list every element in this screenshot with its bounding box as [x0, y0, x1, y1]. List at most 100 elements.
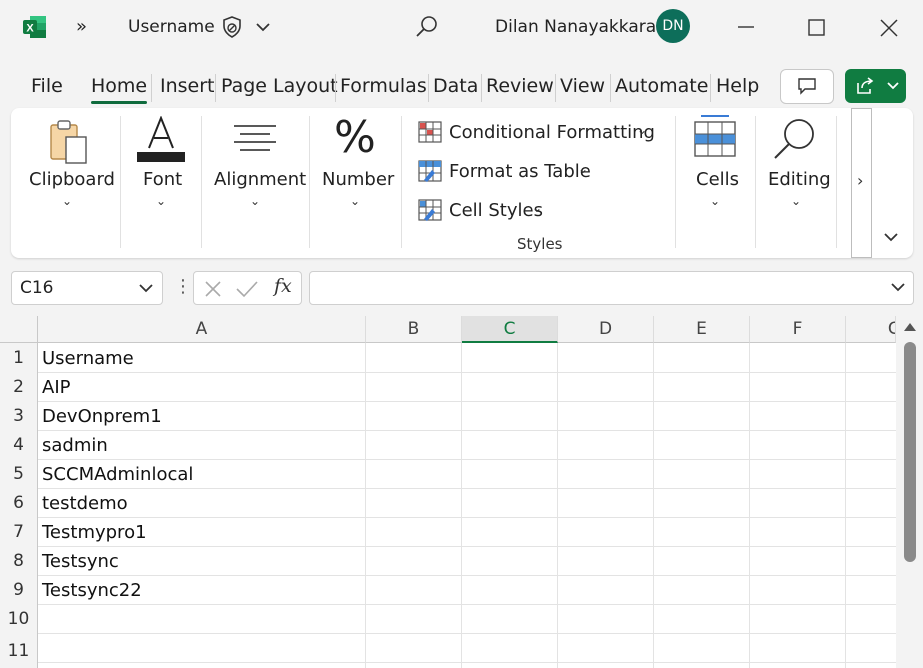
- chevron-down-icon[interactable]: ⌄: [62, 194, 72, 208]
- chevron-down-icon[interactable]: ⌄: [250, 194, 260, 208]
- row-header[interactable]: 6: [0, 488, 38, 517]
- tab-review[interactable]: Review: [486, 75, 554, 97]
- tab-automate[interactable]: Automate: [615, 75, 708, 97]
- row-header[interactable]: 3: [0, 401, 38, 430]
- chevron-down-icon[interactable]: [138, 283, 154, 295]
- cell-a4[interactable]: sadmin: [42, 431, 108, 460]
- enter-icon[interactable]: [235, 279, 259, 299]
- row-header[interactable]: 8: [0, 546, 38, 575]
- grid-line: [38, 662, 896, 663]
- cell-a1[interactable]: Username: [42, 344, 134, 373]
- collapse-ribbon-icon[interactable]: [883, 231, 899, 243]
- search-icon[interactable]: [414, 14, 440, 40]
- tab-insert[interactable]: Insert: [160, 75, 215, 97]
- column-header-e[interactable]: E: [654, 316, 750, 343]
- row-header[interactable]: 9: [0, 575, 38, 604]
- tab-file[interactable]: File: [31, 75, 63, 97]
- row-header[interactable]: 4: [0, 430, 38, 459]
- tab-divider: [151, 74, 152, 102]
- cells-label: Cells: [696, 169, 740, 190]
- row-header[interactable]: 5: [0, 459, 38, 488]
- user-name[interactable]: Dilan Nanayakkara: [495, 17, 656, 37]
- styles-group-label: Styles: [517, 235, 563, 253]
- share-icon: [857, 77, 874, 94]
- comment-icon: [798, 78, 816, 95]
- minimize-icon[interactable]: [736, 20, 756, 34]
- grid-line: [38, 488, 896, 489]
- grid-line: [845, 343, 846, 668]
- ribbon-separator: [755, 116, 756, 248]
- chevron-down-icon[interactable]: [255, 20, 271, 34]
- row-header[interactable]: 11: [0, 633, 38, 668]
- expand-formula-bar-icon[interactable]: [890, 282, 906, 294]
- more-commands-button[interactable]: »: [76, 16, 87, 37]
- tab-data[interactable]: Data: [433, 75, 478, 97]
- chevron-down-icon[interactable]: ⌄: [791, 194, 801, 208]
- close-icon[interactable]: [879, 18, 899, 38]
- ribbon-separator: [401, 116, 402, 248]
- tab-help[interactable]: Help: [716, 75, 759, 97]
- cell-styles-button[interactable]: Cell Styles: [449, 200, 543, 221]
- font-icon[interactable]: [136, 116, 186, 164]
- row-header[interactable]: 7: [0, 517, 38, 546]
- chevron-down-icon[interactable]: ⌄: [532, 201, 542, 215]
- conditional-formatting-button[interactable]: Conditional Formatting: [449, 122, 655, 143]
- formula-actions: fx: [193, 271, 302, 305]
- tab-formulas[interactable]: Formulas: [340, 75, 427, 97]
- select-all-button[interactable]: [0, 316, 38, 343]
- cell-styles-icon: [418, 199, 442, 221]
- insert-function-button[interactable]: fx: [274, 275, 292, 297]
- maximize-icon[interactable]: [807, 18, 827, 38]
- alignment-icon[interactable]: [232, 124, 278, 156]
- clipboard-label: Clipboard: [29, 169, 115, 190]
- excel-logo-icon[interactable]: X: [22, 14, 48, 40]
- grid-line: [38, 546, 896, 547]
- tab-home[interactable]: Home: [91, 75, 147, 97]
- column-header-g[interactable]: G: [846, 316, 896, 343]
- sensitivity-icon[interactable]: [220, 15, 244, 39]
- cell-a2[interactable]: AIP: [42, 373, 70, 402]
- chevron-down-icon[interactable]: ⌄: [578, 162, 588, 176]
- cancel-icon[interactable]: [203, 279, 223, 299]
- column-header-c[interactable]: C: [462, 316, 558, 343]
- chevron-down-icon[interactable]: ⌄: [710, 194, 720, 208]
- avatar[interactable]: DN: [656, 9, 690, 43]
- more-options-icon[interactable]: ⋮: [174, 276, 192, 297]
- cell-a5[interactable]: SCCMAdminlocal: [42, 460, 193, 489]
- scroll-up-icon[interactable]: [903, 322, 917, 332]
- cell-a8[interactable]: Testsync: [42, 547, 119, 576]
- tab-page-layout[interactable]: Page Layout: [221, 75, 338, 97]
- cell-a3[interactable]: DevOnprem1: [42, 402, 162, 431]
- search-icon[interactable]: [771, 116, 819, 162]
- worksheet-grid[interactable]: [0, 316, 896, 668]
- percent-icon[interactable]: %: [334, 112, 376, 163]
- cells-icon[interactable]: [693, 114, 737, 158]
- column-header-f[interactable]: F: [750, 316, 846, 343]
- column-header-a[interactable]: A: [38, 316, 366, 343]
- chevron-down-icon[interactable]: ⌄: [156, 194, 166, 208]
- share-button[interactable]: [845, 69, 906, 103]
- cell-a6[interactable]: testdemo: [42, 489, 128, 518]
- name-box[interactable]: C16: [11, 271, 163, 305]
- chevron-down-icon[interactable]: ⌄: [350, 194, 360, 208]
- grid-line: [38, 633, 896, 634]
- tab-view[interactable]: View: [560, 75, 605, 97]
- formula-input[interactable]: [309, 271, 914, 305]
- format-as-table-button[interactable]: Format as Table: [449, 161, 591, 182]
- tab-divider: [335, 74, 336, 102]
- grid-line: [38, 575, 896, 576]
- file-name[interactable]: Username: [128, 17, 215, 37]
- scrollbar-thumb[interactable]: [904, 342, 916, 562]
- column-header-b[interactable]: B: [366, 316, 462, 343]
- tab-divider: [610, 74, 611, 102]
- row-header[interactable]: 10: [0, 604, 38, 633]
- cell-a9[interactable]: Testsync22: [42, 576, 142, 605]
- tab-divider: [428, 74, 429, 102]
- column-header-d[interactable]: D: [558, 316, 654, 343]
- row-header[interactable]: 1: [0, 343, 38, 372]
- row-header[interactable]: 2: [0, 372, 38, 401]
- ribbon-more-button[interactable]: ›: [851, 108, 872, 258]
- chevron-down-icon[interactable]: ⌄: [637, 123, 647, 137]
- cell-a7[interactable]: Testmypro1: [42, 518, 147, 547]
- comments-button[interactable]: [780, 69, 834, 104]
